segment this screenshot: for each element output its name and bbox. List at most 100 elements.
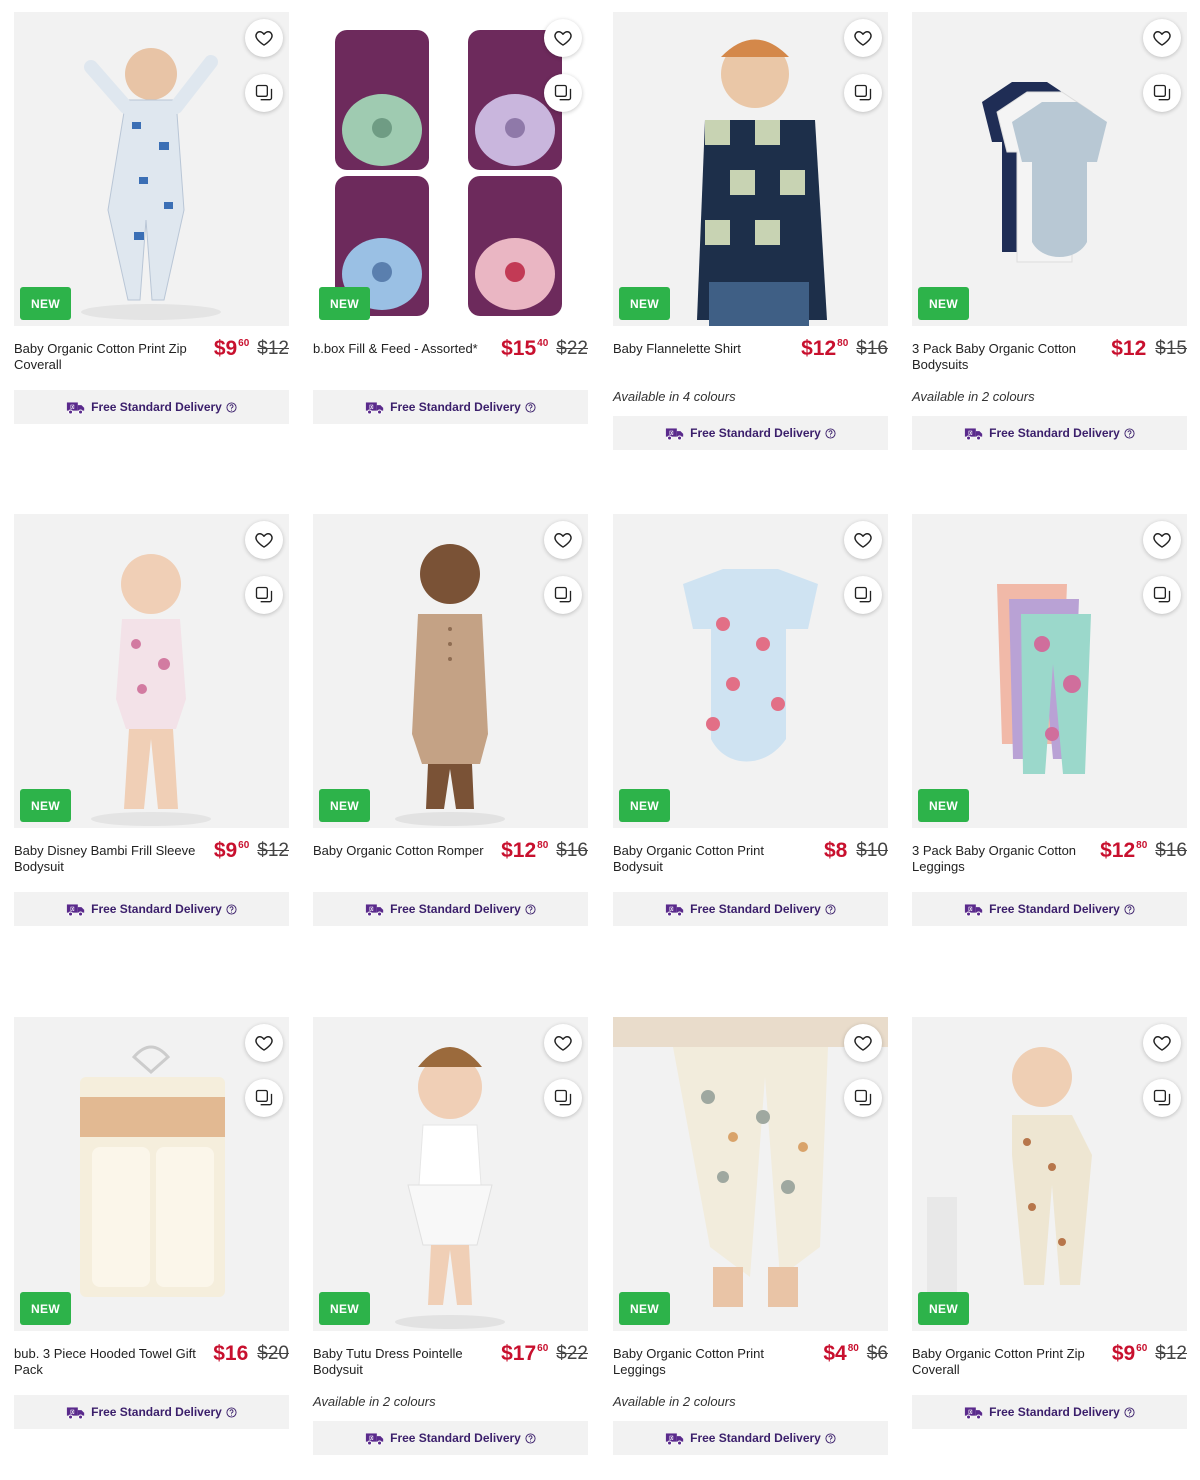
svg-text:0: 0 — [71, 1409, 74, 1415]
product-card[interactable]: NEW Baby Organic Cotton Print Bodysuit $… — [613, 514, 888, 926]
product-card[interactable]: NEW Baby Organic Cotton Romper $12 80 $16… — [313, 514, 588, 926]
product-title[interactable]: Baby Organic Cotton Print Zip Coverall — [14, 341, 199, 373]
product-card[interactable]: NEW 3 Pack Baby Organic Cotton Bodysuits… — [912, 12, 1187, 450]
help-circle-icon[interactable] — [525, 1432, 536, 1444]
product-image[interactable]: NEW — [313, 514, 588, 828]
add-to-wishlist-button[interactable] — [544, 1024, 582, 1062]
product-image[interactable]: NEW — [14, 12, 289, 326]
help-circle-icon[interactable] — [525, 401, 536, 413]
free-delivery-banner[interactable]: 0 Free Standard Delivery — [613, 892, 888, 926]
add-to-wishlist-button[interactable] — [844, 521, 882, 559]
free-delivery-banner[interactable]: 0 Free Standard Delivery — [14, 892, 289, 926]
new-badge: NEW — [20, 1292, 71, 1325]
product-card[interactable]: NEW b.box Fill & Feed - Assorted* $15 40 … — [313, 12, 588, 424]
free-delivery-banner[interactable]: 0 Free Standard Delivery — [313, 892, 588, 926]
help-circle-icon[interactable] — [825, 427, 836, 439]
compare-icon — [255, 84, 273, 101]
product-title[interactable]: Baby Flannelette Shirt — [613, 341, 798, 357]
compare-button[interactable] — [1143, 576, 1181, 614]
product-card[interactable]: NEW bub. 3 Piece Hooded Towel Gift Pack … — [14, 1017, 289, 1429]
compare-button[interactable] — [245, 74, 283, 112]
product-illustration — [14, 1017, 289, 1331]
free-delivery-banner[interactable]: 0 Free Standard Delivery — [313, 390, 588, 424]
help-circle-icon[interactable] — [226, 401, 237, 413]
heart-icon — [854, 31, 872, 46]
free-delivery-banner[interactable]: 0 Free Standard Delivery — [912, 892, 1187, 926]
product-image[interactable]: NEW — [912, 12, 1187, 326]
product-image[interactable]: NEW — [14, 514, 289, 828]
product-title[interactable]: b.box Fill & Feed - Assorted* — [313, 341, 498, 357]
add-to-wishlist-button[interactable] — [245, 19, 283, 57]
delivery-label: Free Standard Delivery — [690, 902, 821, 916]
product-image[interactable]: NEW — [313, 1017, 588, 1331]
compare-button[interactable] — [1143, 74, 1181, 112]
free-delivery-banner[interactable]: 0 Free Standard Delivery — [912, 1395, 1187, 1429]
product-card[interactable]: NEW Baby Organic Cotton Print Leggings $… — [613, 1017, 888, 1455]
product-image[interactable]: NEW — [14, 1017, 289, 1331]
product-image[interactable]: NEW — [613, 12, 888, 326]
help-circle-icon[interactable] — [1124, 903, 1135, 915]
compare-button[interactable] — [544, 74, 582, 112]
add-to-wishlist-button[interactable] — [1143, 19, 1181, 57]
help-circle-icon[interactable] — [1124, 427, 1135, 439]
help-circle-icon[interactable] — [825, 903, 836, 915]
product-title[interactable]: Baby Tutu Dress Pointelle Bodysuit — [313, 1346, 498, 1378]
product-card[interactable]: NEW Baby Disney Bambi Frill Sleeve Bodys… — [14, 514, 289, 926]
product-illustration — [613, 1017, 888, 1331]
product-title[interactable]: Baby Organic Cotton Print Zip Coverall — [912, 1346, 1097, 1378]
product-title[interactable]: 3 Pack Baby Organic Cotton Bodysuits — [912, 341, 1097, 373]
product-card[interactable]: NEW 3 Pack Baby Organic Cotton Leggings … — [912, 514, 1187, 926]
svg-text:0: 0 — [670, 1435, 673, 1441]
delivery-label: Free Standard Delivery — [989, 1405, 1120, 1419]
compare-icon — [554, 84, 572, 101]
product-title[interactable]: Baby Organic Cotton Print Bodysuit — [613, 843, 798, 875]
help-circle-icon[interactable] — [226, 903, 237, 915]
free-delivery-banner[interactable]: 0 Free Standard Delivery — [912, 416, 1187, 450]
free-delivery-banner[interactable]: 0 Free Standard Delivery — [14, 390, 289, 424]
compare-button[interactable] — [844, 1079, 882, 1117]
add-to-wishlist-button[interactable] — [844, 1024, 882, 1062]
add-to-wishlist-button[interactable] — [1143, 521, 1181, 559]
product-title[interactable]: Baby Organic Cotton Romper — [313, 843, 498, 859]
product-image[interactable]: NEW — [613, 1017, 888, 1331]
heart-icon — [554, 31, 572, 46]
product-title[interactable]: 3 Pack Baby Organic Cotton Leggings — [912, 843, 1097, 875]
add-to-wishlist-button[interactable] — [544, 521, 582, 559]
product-title[interactable]: Baby Disney Bambi Frill Sleeve Bodysuit — [14, 843, 199, 875]
product-image[interactable]: NEW — [613, 514, 888, 828]
add-to-wishlist-button[interactable] — [544, 19, 582, 57]
product-image[interactable]: NEW — [912, 514, 1187, 828]
price: $12 80 $16 — [1100, 839, 1187, 863]
product-card[interactable]: NEW Baby Organic Cotton Print Zip Covera… — [912, 1017, 1187, 1429]
help-circle-icon[interactable] — [1124, 1406, 1135, 1418]
product-illustration — [613, 514, 888, 828]
compare-icon — [854, 84, 872, 101]
free-delivery-banner[interactable]: 0 Free Standard Delivery — [613, 416, 888, 450]
compare-button[interactable] — [1143, 1079, 1181, 1117]
free-delivery-banner[interactable]: 0 Free Standard Delivery — [313, 1421, 588, 1455]
help-circle-icon[interactable] — [825, 1432, 836, 1444]
compare-button[interactable] — [544, 1079, 582, 1117]
price-cents: 80 — [847, 1343, 859, 1354]
product-card[interactable]: NEW Baby Organic Cotton Print Zip Covera… — [14, 12, 289, 424]
product-title[interactable]: Baby Organic Cotton Print Leggings — [613, 1346, 798, 1378]
help-circle-icon[interactable] — [226, 1406, 237, 1418]
add-to-wishlist-button[interactable] — [844, 19, 882, 57]
compare-button[interactable] — [844, 74, 882, 112]
add-to-wishlist-button[interactable] — [245, 521, 283, 559]
product-title[interactable]: bub. 3 Piece Hooded Towel Gift Pack — [14, 1346, 199, 1378]
product-card[interactable]: NEW Baby Flannelette Shirt $12 80 $16 Ava… — [613, 12, 888, 450]
compare-button[interactable] — [544, 576, 582, 614]
add-to-wishlist-button[interactable] — [245, 1024, 283, 1062]
compare-button[interactable] — [844, 576, 882, 614]
compare-button[interactable] — [245, 1079, 283, 1117]
free-delivery-banner[interactable]: 0 Free Standard Delivery — [14, 1395, 289, 1429]
product-image[interactable]: NEW — [313, 12, 588, 326]
add-to-wishlist-button[interactable] — [1143, 1024, 1181, 1062]
compare-icon — [1153, 84, 1171, 101]
compare-button[interactable] — [245, 576, 283, 614]
help-circle-icon[interactable] — [525, 903, 536, 915]
free-delivery-banner[interactable]: 0 Free Standard Delivery — [613, 1421, 888, 1455]
product-image[interactable]: NEW — [912, 1017, 1187, 1331]
product-card[interactable]: NEW Baby Tutu Dress Pointelle Bodysuit $… — [313, 1017, 588, 1455]
